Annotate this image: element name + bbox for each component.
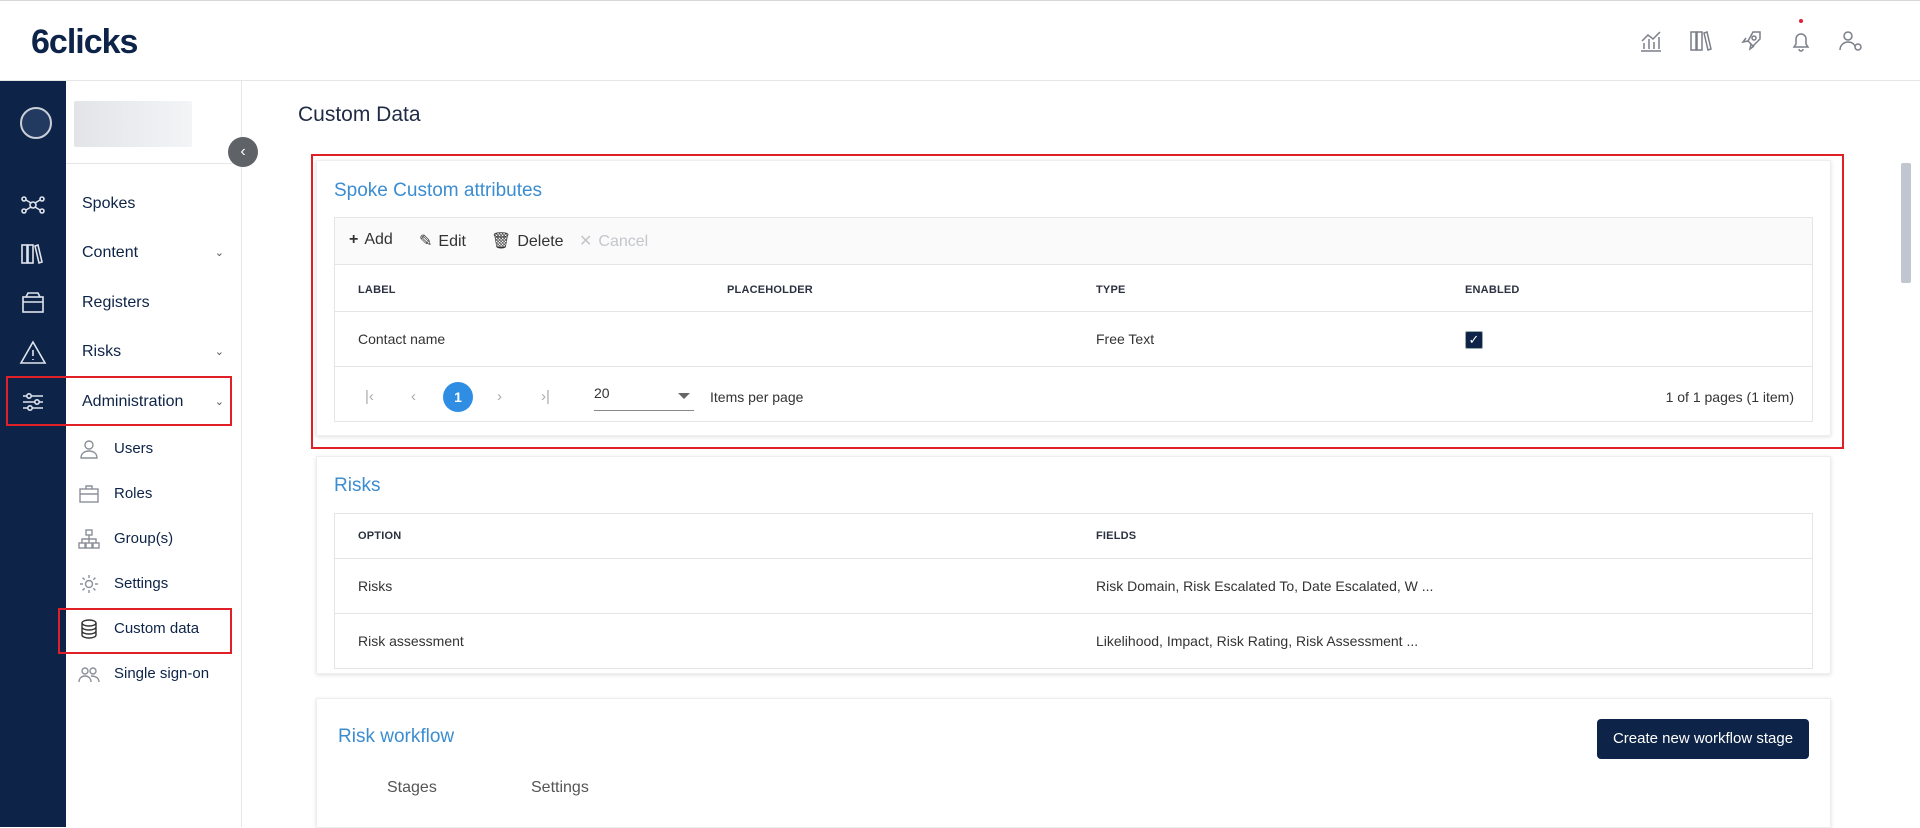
warning-icon[interactable] xyxy=(18,338,48,368)
tab-stages[interactable]: Stages xyxy=(387,779,437,797)
tab-settings[interactable]: Settings xyxy=(531,779,589,797)
top-icons xyxy=(1637,19,1865,55)
sidebar-divider xyxy=(66,163,242,164)
bell-icon[interactable] xyxy=(1787,19,1815,55)
briefcase-icon xyxy=(78,483,102,505)
cell-option: Risk assessment xyxy=(358,633,464,649)
risks-grid: OPTION FIELDS Risks Risk Domain, Risk Es… xyxy=(334,513,1813,669)
cell-option: Risks xyxy=(358,578,393,594)
scrollbar[interactable] xyxy=(1901,81,1911,827)
column-header-fields[interactable]: FIELDS xyxy=(1096,530,1136,542)
chevron-down-icon: ⌄ xyxy=(214,247,224,259)
sidebar-subitem-roles[interactable]: Roles xyxy=(78,478,238,510)
users-group-icon xyxy=(78,663,102,685)
cell-fields: Likelihood, Impact, Risk Rating, Risk As… xyxy=(1096,633,1419,649)
icon-rail xyxy=(0,81,66,827)
highlight-administration xyxy=(6,376,232,426)
rocket-icon[interactable] xyxy=(1737,27,1765,55)
sidebar-subitem-sso[interactable]: Single sign-on xyxy=(78,658,238,690)
risks-card: Risks OPTION FIELDS Risks Risk Domain, R… xyxy=(316,456,1831,674)
column-header-option[interactable]: OPTION xyxy=(358,530,401,542)
chevron-left-icon: ‹ xyxy=(240,143,246,160)
sidebar-subitem-groups[interactable]: Group(s) xyxy=(78,523,238,555)
sidebar-item-content[interactable]: Content ⌄ xyxy=(82,238,232,268)
sidebar: ‹ Spokes Content ⌄ Registers Risks ⌄ Admin… xyxy=(66,81,258,827)
row-divider xyxy=(335,613,1812,614)
cell-fields: Risk Domain, Risk Escalated To, Date Esc… xyxy=(1096,578,1434,594)
user-icon xyxy=(78,438,102,460)
network-icon[interactable] xyxy=(18,190,48,220)
scrollbar-thumb[interactable] xyxy=(1901,163,1911,283)
top-bar: 6clicks xyxy=(0,0,1920,81)
chevron-down-icon: ⌄ xyxy=(214,346,224,358)
sidebar-item-risks[interactable]: Risks ⌄ xyxy=(82,337,232,367)
page-title: Custom Data xyxy=(298,103,421,126)
gear-icon xyxy=(78,573,102,595)
sidebar-item-spokes[interactable]: Spokes xyxy=(82,189,232,219)
row-divider xyxy=(335,558,1812,559)
risks-card-title: Risks xyxy=(334,475,381,496)
app-logo[interactable]: 6clicks xyxy=(31,23,138,62)
collapse-sidebar-button[interactable]: ‹ xyxy=(228,137,258,167)
library-icon[interactable] xyxy=(1687,27,1715,55)
sidebar-item-registers[interactable]: Registers xyxy=(82,288,232,318)
workflow-card-title: Risk workflow xyxy=(338,726,455,747)
user-settings-icon[interactable] xyxy=(1837,27,1865,55)
sidebar-subitem-settings[interactable]: Settings xyxy=(78,568,238,600)
highlight-custom-data xyxy=(58,608,232,654)
user-name-placeholder xyxy=(74,101,192,147)
library-icon[interactable] xyxy=(18,239,48,269)
highlight-spoke-card xyxy=(311,154,1844,449)
notification-dot xyxy=(1799,19,1803,23)
analytics-icon[interactable] xyxy=(1637,27,1665,55)
risk-workflow-card: Risk workflow Create new workflow stage … xyxy=(316,698,1831,828)
hierarchy-icon xyxy=(78,528,102,550)
sidebar-subitem-users[interactable]: Users xyxy=(78,433,238,465)
register-box-icon[interactable] xyxy=(18,288,48,318)
avatar[interactable] xyxy=(20,107,52,139)
create-workflow-stage-button[interactable]: Create new workflow stage xyxy=(1597,719,1809,759)
